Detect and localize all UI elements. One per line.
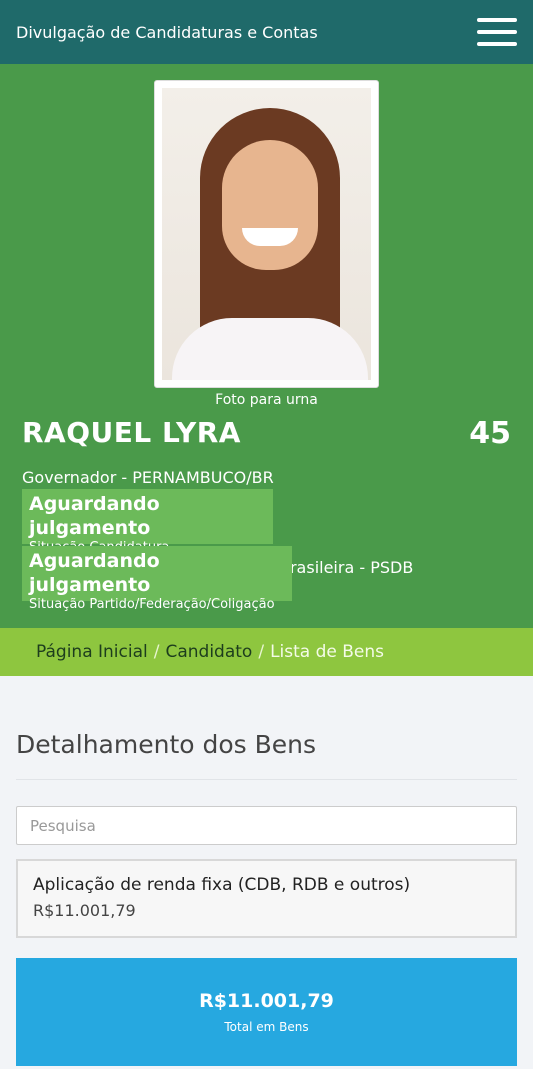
breadcrumb-home[interactable]: Página Inicial: [36, 642, 148, 662]
candidate-header: Foto para urna RAQUEL LYRA 45 Governador…: [0, 64, 533, 628]
photo-caption: Foto para urna: [215, 392, 318, 408]
party-status-value: Aguardando julgamento: [29, 550, 160, 596]
breadcrumb-current: Lista de Bens: [270, 642, 385, 662]
total-assets-label: Total em Bens: [224, 1020, 309, 1034]
top-navbar: Divulgação de Candidaturas e Contas: [0, 0, 533, 64]
asset-name: Aplicação de renda fixa (CDB, RDB e outr…: [33, 875, 411, 895]
party-status-label: Situação Partido/Federação/Coligação: [29, 597, 275, 612]
breadcrumb: Página Inicial / Candidato / Lista de Be…: [0, 628, 533, 676]
breadcrumb-separator: /: [258, 642, 265, 662]
candidate-photo: [162, 88, 371, 380]
breadcrumb-candidate[interactable]: Candidato: [165, 642, 252, 662]
breadcrumb-separator: /: [153, 642, 160, 662]
assets-section: Detalhamento dos Bens Aplicação de renda…: [0, 730, 533, 1066]
total-assets-box: R$11.001,79 Total em Bens: [16, 958, 517, 1066]
party-info: Brasileira - PSDB: [279, 558, 414, 577]
candidacy-status-value: Aguardando julgamento: [29, 493, 160, 539]
candidacy-status-badge: Aguardando julgamento Situação Candidatu…: [22, 489, 273, 555]
party-status-badge: Aguardando julgamento Situação Partido/F…: [22, 546, 292, 612]
candidate-photo-frame: [154, 80, 379, 388]
total-assets-value: R$11.001,79: [199, 990, 334, 1012]
search-input[interactable]: [16, 806, 517, 845]
asset-value: R$11.001,79: [33, 901, 136, 920]
app-title[interactable]: Divulgação de Candidaturas e Contas: [16, 23, 318, 42]
candidate-name: RAQUEL LYRA: [22, 416, 241, 449]
candidate-number: 45: [469, 416, 511, 451]
candidate-role: Governador - PERNAMBUCO/BR: [22, 468, 274, 487]
hamburger-menu-icon[interactable]: [477, 18, 517, 46]
page-title: Detalhamento dos Bens: [16, 730, 517, 780]
asset-item[interactable]: Aplicação de renda fixa (CDB, RDB e outr…: [16, 859, 517, 938]
